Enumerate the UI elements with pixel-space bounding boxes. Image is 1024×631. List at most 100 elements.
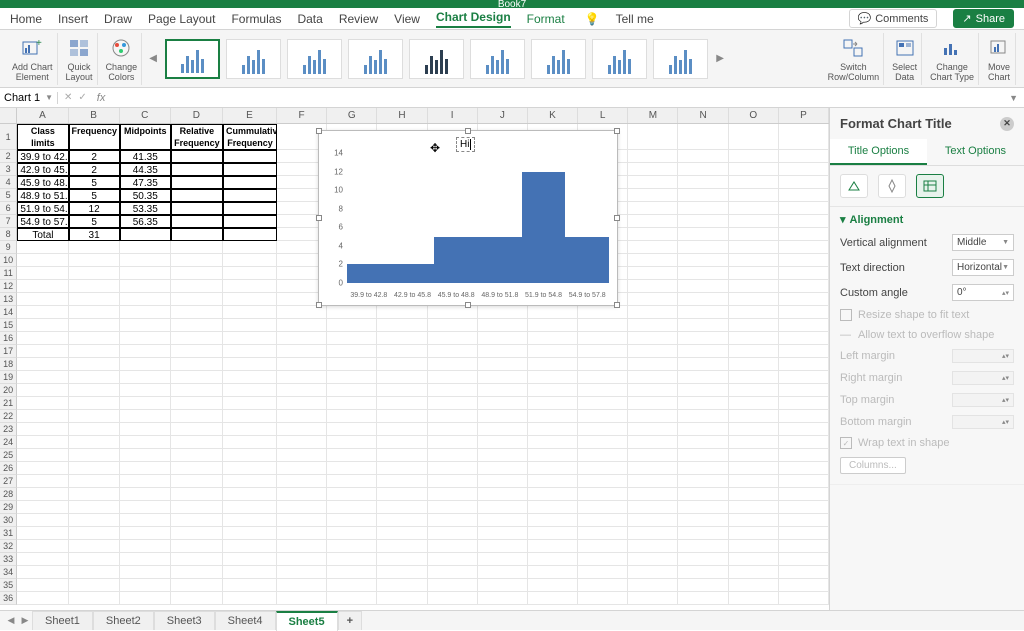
cell[interactable]: 41.35 <box>120 150 171 163</box>
cell[interactable] <box>678 527 728 540</box>
cell[interactable] <box>120 579 171 592</box>
cell[interactable] <box>69 462 120 475</box>
cell[interactable] <box>528 371 578 384</box>
tab-review[interactable]: Review <box>339 12 378 26</box>
cell[interactable]: Total <box>17 228 68 241</box>
cell[interactable] <box>528 540 578 553</box>
cell[interactable]: 5 <box>69 176 120 189</box>
cell[interactable] <box>528 475 578 488</box>
cell[interactable] <box>223 436 277 449</box>
cell[interactable] <box>120 345 171 358</box>
cell[interactable] <box>327 345 377 358</box>
cell[interactable] <box>428 345 478 358</box>
sheet-tab[interactable]: Sheet1 <box>32 611 93 630</box>
row-header[interactable]: 13 <box>0 293 17 306</box>
cell[interactable] <box>17 475 68 488</box>
cell[interactable] <box>17 293 68 306</box>
cell[interactable] <box>17 267 68 280</box>
cell[interactable] <box>678 514 728 527</box>
cell[interactable] <box>678 267 728 280</box>
cell[interactable] <box>478 345 528 358</box>
cell[interactable] <box>678 579 728 592</box>
cell[interactable] <box>628 202 678 215</box>
cell[interactable]: 47.35 <box>120 176 171 189</box>
cell[interactable] <box>478 566 528 579</box>
cell[interactable] <box>628 124 678 150</box>
cell[interactable] <box>779 163 829 176</box>
cell[interactable] <box>277 345 327 358</box>
cell[interactable] <box>277 384 327 397</box>
cell[interactable] <box>478 475 528 488</box>
cell[interactable] <box>578 501 628 514</box>
cell[interactable] <box>578 397 628 410</box>
cell[interactable] <box>478 306 528 319</box>
cell[interactable] <box>779 436 829 449</box>
move-chart-button[interactable]: Move Chart <box>983 33 1016 85</box>
cell[interactable] <box>171 254 223 267</box>
cell[interactable] <box>69 332 120 345</box>
cell[interactable] <box>428 592 478 605</box>
tab-page-layout[interactable]: Page Layout <box>148 12 215 26</box>
cell[interactable] <box>223 553 277 566</box>
cell[interactable] <box>223 384 277 397</box>
cell[interactable] <box>377 332 427 345</box>
cell[interactable] <box>478 397 528 410</box>
cell[interactable] <box>69 358 120 371</box>
cell[interactable] <box>729 332 779 345</box>
cell[interactable] <box>69 267 120 280</box>
cell[interactable] <box>729 449 779 462</box>
cell[interactable] <box>171 410 223 423</box>
cell[interactable] <box>528 488 578 501</box>
cell[interactable] <box>69 436 120 449</box>
cell[interactable] <box>578 475 628 488</box>
cell[interactable] <box>17 488 68 501</box>
cell[interactable] <box>478 514 528 527</box>
cell[interactable] <box>223 501 277 514</box>
cell[interactable] <box>478 410 528 423</box>
cell[interactable] <box>779 332 829 345</box>
cell[interactable] <box>528 579 578 592</box>
cell[interactable] <box>628 436 678 449</box>
tab-formulas[interactable]: Formulas <box>231 12 281 26</box>
cell[interactable] <box>528 332 578 345</box>
cell[interactable] <box>223 176 277 189</box>
cell[interactable] <box>729 319 779 332</box>
expand-formula-bar[interactable]: ▼ <box>1003 93 1024 103</box>
cell[interactable]: 31 <box>69 228 120 241</box>
cell[interactable]: 53.35 <box>120 202 171 215</box>
cell[interactable] <box>377 345 427 358</box>
cell[interactable] <box>478 592 528 605</box>
cell[interactable] <box>17 514 68 527</box>
cell[interactable] <box>171 228 223 241</box>
cell[interactable] <box>729 150 779 163</box>
cell[interactable] <box>628 176 678 189</box>
cell[interactable] <box>17 371 68 384</box>
cell[interactable] <box>171 163 223 176</box>
cell[interactable] <box>428 436 478 449</box>
tab-insert[interactable]: Insert <box>58 12 88 26</box>
cell[interactable] <box>779 579 829 592</box>
cell[interactable] <box>678 163 728 176</box>
chart-style-9[interactable] <box>653 39 708 79</box>
cell[interactable] <box>327 488 377 501</box>
cell[interactable] <box>729 124 779 150</box>
cell[interactable] <box>277 462 327 475</box>
cell[interactable] <box>729 397 779 410</box>
cell[interactable] <box>779 358 829 371</box>
change-chart-type-button[interactable]: Change Chart Type <box>926 33 979 85</box>
cell[interactable] <box>628 449 678 462</box>
cell[interactable] <box>377 501 427 514</box>
cell[interactable] <box>428 384 478 397</box>
cell[interactable] <box>729 384 779 397</box>
cell[interactable] <box>17 345 68 358</box>
row-header[interactable]: 26 <box>0 462 17 475</box>
cell[interactable] <box>678 488 728 501</box>
select-data-button[interactable]: Select Data <box>888 33 922 85</box>
cell[interactable] <box>628 423 678 436</box>
cell[interactable] <box>428 553 478 566</box>
cell[interactable] <box>171 358 223 371</box>
cell[interactable] <box>277 397 327 410</box>
sheet-tab[interactable]: Sheet2 <box>93 611 154 630</box>
cell[interactable] <box>223 488 277 501</box>
cell[interactable] <box>277 371 327 384</box>
